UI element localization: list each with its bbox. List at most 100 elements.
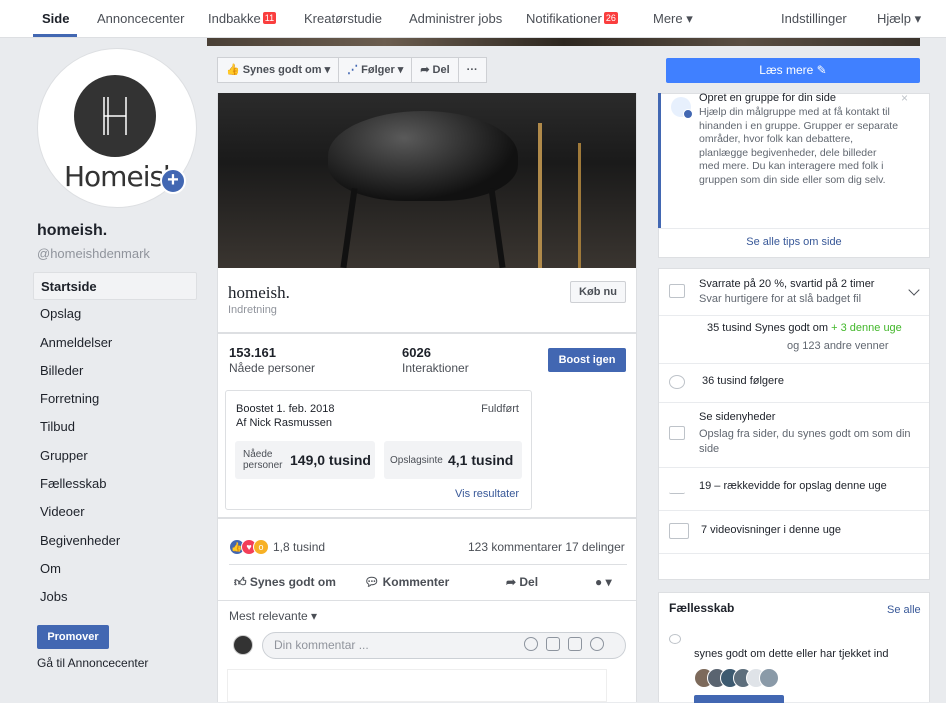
community-description: synes godt om dette eller har tjekket in…: [694, 648, 889, 660]
response-rate-sub: Svar hurtigere for at slå badget fil: [699, 293, 862, 305]
reach-label: Nåede personer: [229, 361, 316, 375]
nav-annoncecenter[interactable]: Annoncecenter: [97, 11, 184, 26]
buy-now-button[interactable]: Køb nu: [570, 281, 626, 303]
likes-friends[interactable]: og 123 andre venner: [787, 339, 889, 354]
notifications-badge: 26: [603, 12, 618, 24]
wow-reaction-icon: o: [253, 539, 269, 555]
comments-shares-count[interactable]: 123 kommentarer 17 delinger: [468, 540, 625, 554]
menu-anmeldelser[interactable]: Anmeldelser: [33, 329, 197, 357]
boost-status: Fuldført: [481, 403, 519, 415]
menu-videoer[interactable]: Videoer: [33, 498, 197, 526]
menu-forretning[interactable]: Forretning: [33, 385, 197, 413]
followers-icon: [669, 375, 685, 389]
nav-notifikationer-label: Notifikationer: [526, 11, 602, 26]
close-icon[interactable]: ×: [901, 91, 908, 105]
menu-faellesskab[interactable]: Fællesskab: [33, 470, 197, 498]
divider: [229, 564, 627, 565]
likes-count[interactable]: 35 tusind Synes godt om + 3 denne uge: [707, 321, 902, 336]
divider: [659, 402, 929, 403]
all-tips-link[interactable]: Se alle tips om side: [658, 236, 930, 248]
reactions-summary[interactable]: 👍 ♥ o 1,8 tusind: [229, 539, 325, 555]
boost-date: Boostet 1. feb. 2018: [236, 403, 335, 415]
message-icon: [669, 284, 685, 298]
ads-center-link[interactable]: Gå til Annoncecenter: [37, 656, 148, 670]
post-photo[interactable]: [218, 93, 636, 268]
page-handle[interactable]: @homeishdenmark: [37, 246, 150, 261]
share-page-button[interactable]: ➦ Del: [411, 57, 459, 83]
camera-icon[interactable]: [546, 637, 560, 651]
promote-button[interactable]: Promover: [37, 625, 109, 649]
nav-hjaelp[interactable]: Hjælp ▾: [877, 11, 921, 27]
community-see-all-link[interactable]: Se alle: [887, 604, 921, 616]
divider: [659, 510, 929, 511]
gif-icon[interactable]: [568, 637, 582, 651]
menu-grupper[interactable]: Grupper: [33, 442, 197, 470]
emoji-icon[interactable]: [524, 637, 538, 651]
like-page-button[interactable]: 👍 Synes godt om ▾: [217, 57, 340, 83]
tip-highlight-bar: [658, 93, 661, 228]
menu-begivenheder[interactable]: Begivenheder: [33, 527, 197, 555]
nav-indbakke-label: Indbakke: [208, 11, 261, 26]
response-rate-title: Svarrate på 20 %, svartid på 2 timer: [699, 278, 875, 290]
inbox-badge: 11: [262, 12, 277, 24]
view-results-link[interactable]: Vis resultater: [455, 488, 519, 500]
video-views-stat[interactable]: 7 videovisninger i denne uge: [701, 523, 841, 538]
menu-billeder[interactable]: Billeder: [33, 357, 197, 385]
add-photo-icon[interactable]: +: [160, 168, 186, 194]
left-sidebar: Homeish + homeish. @homeishdenmark Start…: [0, 38, 205, 702]
nav-kreatorstudie[interactable]: Kreatørstudie: [304, 11, 382, 26]
divider: [659, 363, 929, 364]
nav-indbakke[interactable]: Indbakke 11: [208, 11, 277, 26]
commenter-avatar: [233, 635, 253, 655]
nav-mere[interactable]: Mere ▾: [653, 11, 693, 27]
business-name[interactable]: homeish.: [228, 283, 290, 303]
menu-jobs[interactable]: Jobs: [33, 583, 197, 611]
nav-active-indicator: [33, 34, 77, 37]
likes-total: 35 tusind Synes godt om: [707, 322, 829, 334]
comment-sort-dropdown[interactable]: Mest relevante ▾: [229, 609, 317, 623]
tip-title[interactable]: Opret en gruppe for din side: [699, 92, 836, 104]
avatar-dropdown-icon: ● ▾: [595, 575, 612, 589]
read-more-button[interactable]: Læs mere ✎: [666, 58, 920, 83]
follow-button[interactable]: ⋰ Følger ▾: [338, 57, 413, 83]
group-icon: [671, 97, 693, 119]
nav-administrer-jobs[interactable]: Administrer jobs: [409, 11, 502, 26]
people-icon: [669, 634, 681, 644]
stool-leg: [488, 187, 506, 268]
divider: [659, 553, 929, 554]
community-title: Fællesskab: [669, 601, 735, 615]
post-like-button[interactable]: 👍︎ Synes godt om: [234, 575, 336, 590]
boost-summary: Boostet 1. feb. 2018 Af Nick Rasmussen F…: [225, 390, 532, 510]
post-share-button[interactable]: ➦ Del: [506, 575, 538, 589]
like-page-label: Synes godt om ▾: [242, 64, 331, 76]
followers-count[interactable]: 36 tusind følgere: [702, 374, 784, 389]
follow-label: Følger ▾: [361, 64, 404, 76]
menu-om[interactable]: Om: [33, 555, 197, 583]
nav-notifikationer[interactable]: Notifikationer 26: [526, 11, 618, 26]
thumbs-up-icon: 👍: [226, 64, 240, 76]
nav-indstillinger[interactable]: Indstillinger: [781, 11, 847, 26]
post-comment-label: Kommenter: [382, 575, 450, 589]
friend-avatar[interactable]: [759, 668, 779, 688]
page-feed-sub: Opslag fra sider, du synes godt om som d…: [699, 428, 911, 455]
news-feed-icon: [669, 426, 685, 440]
cover-photo[interactable]: [207, 38, 920, 46]
share-arrow-icon: ➦: [420, 64, 430, 76]
reached-tile-value: 149,0 tusind: [290, 452, 371, 468]
nav-side[interactable]: Side: [42, 11, 69, 26]
homeish-logo-icon: [74, 75, 156, 157]
post-as-selector[interactable]: ● ▾: [595, 575, 612, 589]
post-comment-button[interactable]: 💬︎ Kommenter: [364, 575, 449, 589]
menu-tilbud[interactable]: Tilbud: [33, 413, 197, 441]
boost-author: Af Nick Rasmussen: [236, 417, 332, 429]
menu-opslag[interactable]: Opslag: [33, 300, 197, 328]
post-reach-stat[interactable]: 19 – rækkevidde for opslag denne uge: [699, 479, 887, 494]
thumbs-up-icon: 👍︎: [234, 575, 250, 589]
boost-again-button[interactable]: Boost igen: [548, 348, 626, 372]
reach-number: 153.161: [229, 345, 276, 360]
sticker-icon[interactable]: [590, 637, 604, 651]
page-feed-title[interactable]: Se sidenyheder: [699, 410, 775, 425]
more-options-button[interactable]: ···: [457, 57, 487, 83]
video-camera-icon: [669, 523, 689, 539]
menu-startside[interactable]: Startside: [33, 272, 197, 301]
